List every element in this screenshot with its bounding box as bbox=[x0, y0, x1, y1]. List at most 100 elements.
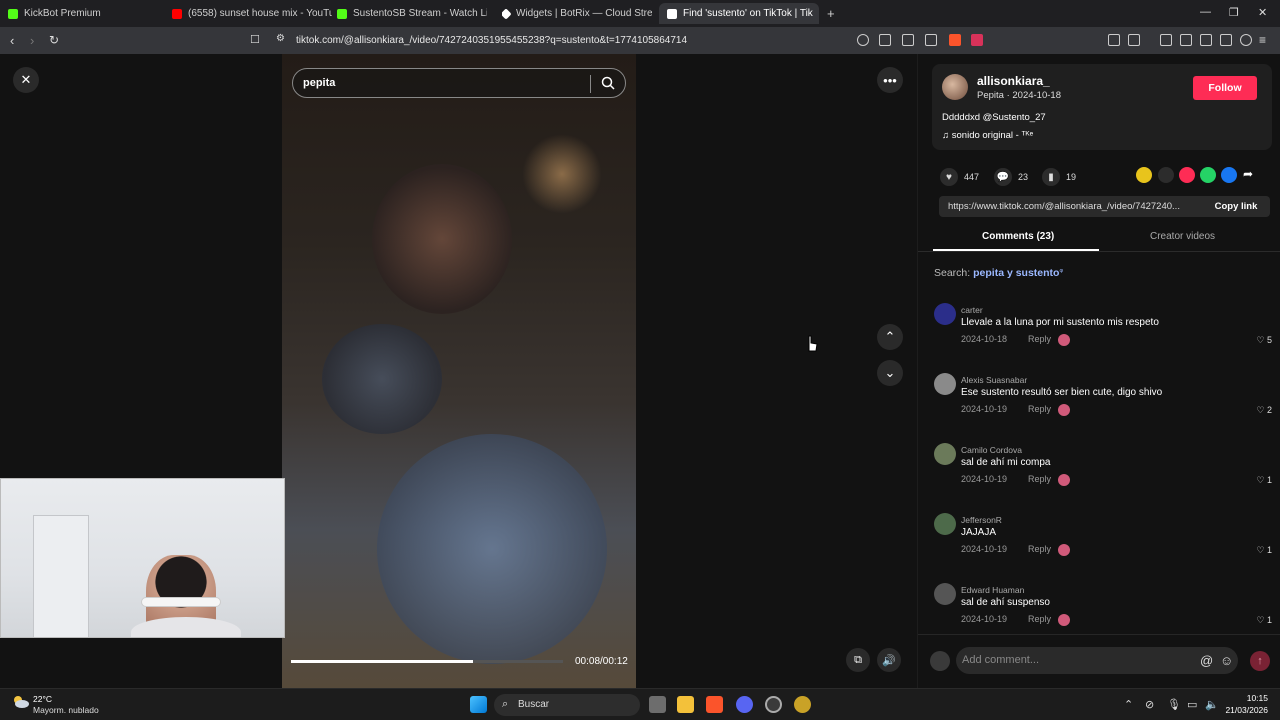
tab-sustento-stream[interactable]: SustentoSB Stream - Watch Live bbox=[337, 3, 487, 24]
music-icon[interactable] bbox=[1160, 34, 1172, 46]
weather-desc[interactable]: Mayorm. nublado bbox=[33, 705, 99, 715]
repost-icon[interactable] bbox=[1136, 167, 1152, 183]
back-icon[interactable]: ‹ bbox=[10, 33, 14, 48]
weather-cloud-icon[interactable] bbox=[12, 695, 30, 714]
vpn-icon[interactable] bbox=[1240, 34, 1252, 46]
heart-outline-icon[interactable]: ♡ bbox=[1256, 545, 1267, 555]
taskbar-search[interactable]: ⌕ Buscar bbox=[494, 694, 640, 716]
heart-outline-icon[interactable]: ♡ bbox=[1256, 405, 1267, 415]
file-explorer-icon[interactable] bbox=[677, 696, 694, 713]
whatsapp-icon[interactable] bbox=[1200, 167, 1216, 183]
avatar[interactable] bbox=[934, 373, 956, 395]
share-page-icon[interactable] bbox=[925, 34, 937, 46]
comment-like[interactable]: ♡ 1 bbox=[1256, 475, 1272, 486]
reply-button[interactable]: Reply bbox=[1028, 544, 1051, 554]
wallet-icon[interactable] bbox=[1200, 34, 1212, 46]
comment-like[interactable]: ♡ 1 bbox=[1256, 545, 1272, 556]
menu-icon[interactable]: ≡ bbox=[1259, 33, 1266, 47]
comment-author[interactable]: Alexis Suasnabar bbox=[961, 375, 1027, 385]
brave-shields-icon[interactable] bbox=[949, 34, 961, 46]
no-tracking-icon[interactable] bbox=[857, 34, 869, 46]
bookmark-icon[interactable]: ☐ bbox=[250, 33, 260, 46]
app-icon[interactable] bbox=[794, 696, 811, 713]
like-stat[interactable]: ♥ 447 bbox=[940, 168, 979, 186]
tab-youtube[interactable]: (6558) sunset house mix - YouTube bbox=[172, 3, 332, 24]
comment-input[interactable]: Add comment... bbox=[956, 647, 1238, 674]
search-suggestion[interactable]: Search: pepita y sustentoᵠ bbox=[934, 267, 1063, 279]
video-search-box[interactable]: pepita bbox=[292, 68, 626, 98]
copy-link-button[interactable]: Copy link bbox=[1203, 196, 1269, 217]
avatar[interactable] bbox=[934, 583, 956, 605]
author-username[interactable]: allisonkiara_ bbox=[977, 74, 1050, 88]
bookmark-icon[interactable]: ▮ bbox=[1042, 168, 1060, 186]
translate-icon[interactable] bbox=[879, 34, 891, 46]
music-row[interactable]: ♫ sonido original - ᵀᴷᵉ bbox=[942, 130, 1033, 141]
search-keyword[interactable]: pepita y sustento bbox=[973, 267, 1059, 279]
tray-chevron-icon[interactable]: ⌃ bbox=[1124, 698, 1133, 711]
comment-like[interactable]: ♡ 1 bbox=[1256, 615, 1272, 626]
reply-button[interactable]: Reply bbox=[1028, 334, 1051, 344]
next-video-icon[interactable]: ⌄ bbox=[877, 360, 903, 386]
heart-outline-icon[interactable]: ♡ bbox=[1256, 335, 1267, 345]
tab-botrix[interactable]: Widgets | BotRix — Cloud Streaming bbox=[502, 3, 652, 24]
heart-icon[interactable]: ♥ bbox=[940, 168, 958, 186]
comment-author[interactable]: carter bbox=[961, 305, 983, 315]
close-tab-icon[interactable]: ✕ bbox=[813, 7, 820, 20]
mention-icon[interactable]: @ bbox=[1200, 653, 1213, 668]
heart-outline-icon[interactable]: ♡ bbox=[1256, 475, 1267, 485]
taskbar-clock[interactable]: 10:15 bbox=[1224, 693, 1268, 703]
url-text[interactable]: tiktok.com/@allisonkiara_/video/74272403… bbox=[296, 35, 687, 46]
brave-browser-icon[interactable] bbox=[706, 696, 723, 713]
send-comment-icon[interactable]: ↑ bbox=[1250, 651, 1270, 671]
weather-temp[interactable]: 22°C bbox=[33, 694, 52, 704]
save-stat[interactable]: ▮ 19 bbox=[1042, 168, 1076, 186]
facebook-icon[interactable] bbox=[1221, 167, 1237, 183]
reply-button[interactable]: Reply bbox=[1028, 614, 1051, 624]
video-progress-bar[interactable] bbox=[291, 660, 563, 663]
tab-tiktok-active[interactable]: Find 'sustento' on TikTok | Tik ✕ bbox=[659, 3, 819, 24]
previous-video-icon[interactable]: ⌃ bbox=[877, 324, 903, 350]
taskbar-date[interactable]: 21/03/2026 bbox=[1220, 705, 1268, 715]
task-view-icon[interactable] bbox=[649, 696, 666, 713]
window-close-icon[interactable]: ✕ bbox=[1258, 6, 1267, 19]
volume-icon[interactable]: 🔊 bbox=[877, 648, 901, 672]
avatar[interactable] bbox=[942, 74, 968, 100]
windows-start-icon[interactable] bbox=[470, 696, 487, 713]
forward-icon[interactable]: › bbox=[30, 33, 34, 48]
maximize-icon[interactable]: ❐ bbox=[1229, 6, 1239, 19]
comment-author[interactable]: Edward Huaman bbox=[961, 585, 1024, 595]
extension-icon[interactable] bbox=[1128, 34, 1140, 46]
reload-icon[interactable]: ↻ bbox=[49, 33, 59, 47]
obs-icon[interactable] bbox=[765, 696, 782, 713]
discord-icon[interactable] bbox=[736, 696, 753, 713]
leo-ai-icon[interactable] bbox=[1220, 34, 1232, 46]
comment-like[interactable]: ♡ 5 bbox=[1256, 335, 1272, 346]
tray-app-icon[interactable]: ⊘ bbox=[1145, 698, 1154, 711]
tab-creator-videos[interactable]: Creator videos bbox=[1150, 231, 1215, 242]
site-info-icon[interactable]: ⚙ bbox=[276, 33, 285, 44]
heart-outline-icon[interactable]: ♡ bbox=[1256, 615, 1267, 625]
avatar[interactable] bbox=[934, 513, 956, 535]
embed-icon[interactable] bbox=[1158, 167, 1174, 183]
brave-rewards-icon[interactable] bbox=[971, 34, 983, 46]
follow-button[interactable]: Follow bbox=[1193, 76, 1257, 100]
minimize-icon[interactable]: — bbox=[1200, 6, 1211, 18]
extension-icon[interactable] bbox=[1108, 34, 1120, 46]
tab-kickbot[interactable]: KickBot Premium bbox=[8, 3, 168, 24]
more-options-icon[interactable]: ••• bbox=[877, 67, 903, 93]
comment-author[interactable]: Camilo Cordova bbox=[961, 445, 1022, 455]
avatar[interactable] bbox=[934, 443, 956, 465]
reply-button[interactable]: Reply bbox=[1028, 404, 1051, 414]
share-arrow-icon[interactable]: ➦ bbox=[1243, 167, 1259, 183]
comment-stat[interactable]: 💬 23 bbox=[994, 168, 1028, 186]
sidebar-icon[interactable] bbox=[1180, 34, 1192, 46]
comment-author[interactable]: JeffersonR bbox=[961, 515, 1002, 525]
send-to-friends-icon[interactable] bbox=[1179, 167, 1195, 183]
close-video-icon[interactable]: ✕ bbox=[13, 67, 39, 93]
cast-icon[interactable] bbox=[902, 34, 914, 46]
comment-icon[interactable]: 💬 bbox=[994, 168, 1012, 186]
floating-player-icon[interactable]: ⧉ bbox=[846, 648, 870, 672]
search-icon[interactable] bbox=[601, 76, 615, 95]
network-icon[interactable]: ▭ bbox=[1187, 698, 1197, 711]
speaker-icon[interactable]: 🔈 bbox=[1205, 698, 1219, 711]
